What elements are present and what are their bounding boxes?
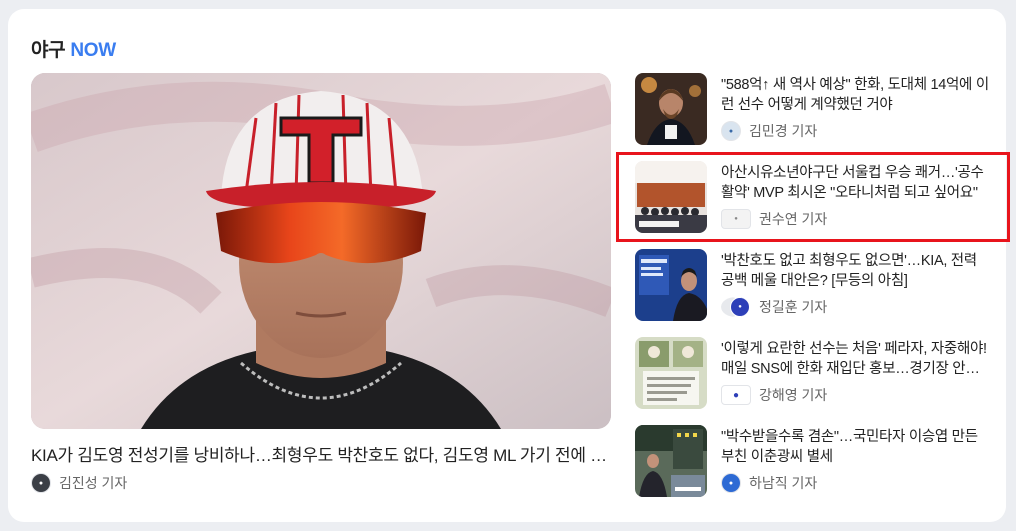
side-article-thumbnail[interactable]	[635, 249, 707, 321]
side-article-byline[interactable]: ● 하남직 기자	[721, 473, 817, 493]
main-article-byline[interactable]: ● 김진성 기자	[31, 473, 127, 493]
reporter-name: 김진성 기자	[59, 475, 128, 491]
reporter-avatar: ●	[721, 297, 751, 317]
main-article-headline[interactable]: KIA가 김도영 전성기를 낭비하나…최형우도 박찬호도 없다, 김도영 ML …	[31, 441, 611, 466]
reporter-avatar: ●	[721, 121, 741, 141]
side-article-thumbnail[interactable]	[635, 337, 707, 409]
main-article-image[interactable]	[31, 73, 611, 429]
side-article-thumbnail[interactable]	[635, 73, 707, 145]
side-article-1[interactable]: "588억↑ 새 역사 예상" 한화, 도대체 14억에 이런 선수 어떻게 계…	[635, 73, 995, 145]
side-article-thumbnail[interactable]	[635, 425, 707, 497]
broadcast-anchor-image	[635, 249, 707, 321]
reporter-name: 하남직 기자	[749, 475, 818, 491]
side-article-byline[interactable]: ● 강해영 기자	[721, 385, 827, 405]
sns-post-image	[635, 337, 707, 409]
broadcaster-logo-icon: ●	[730, 297, 750, 317]
section-title-main: 야구	[31, 40, 66, 61]
side-article-title[interactable]: "588억↑ 새 역사 예상" 한화, 도대체 14억에 이런 선수 어떻게 계…	[721, 75, 991, 115]
reporter-name: 정길훈 기자	[759, 299, 828, 315]
reporter-name: 김민경 기자	[749, 123, 818, 139]
side-article-4[interactable]: '이렇게 요란한 선수는 처음' 페라자, 자중해야! 매일 SNS에 한화 재…	[635, 337, 995, 409]
side-article-byline[interactable]: ● 정길훈 기자	[721, 297, 827, 317]
section-title: 야구 NOW	[31, 35, 116, 62]
highlight-box	[616, 152, 1010, 242]
ballpark-scoreboard-image	[635, 425, 707, 497]
side-article-3[interactable]: '박찬호도 없고 최형우도 없으면'…KIA, 전력 공백 메울 대안은? [무…	[635, 249, 995, 321]
reporter-avatar: ●	[31, 473, 51, 493]
baseball-player-photo	[31, 73, 611, 429]
side-article-byline[interactable]: ● 김민경 기자	[721, 121, 817, 141]
reporter-avatar: ●	[721, 473, 741, 493]
reporter-avatar: ●	[721, 385, 751, 405]
section-title-accent: NOW	[70, 40, 116, 61]
side-article-5[interactable]: "박수받을수록 겸손"…국민타자 이승엽 만든 부친 이춘광씨 별세 ● 하남직…	[635, 425, 995, 497]
side-article-title[interactable]: "박수받을수록 겸손"…국민타자 이승엽 만든 부친 이춘광씨 별세	[721, 427, 991, 467]
player-on-stage-image	[635, 73, 707, 145]
side-article-title[interactable]: '박찬호도 없고 최형우도 없으면'…KIA, 전력 공백 메울 대안은? [무…	[721, 251, 991, 291]
reporter-name: 강해영 기자	[759, 387, 828, 403]
side-article-title[interactable]: '이렇게 요란한 선수는 처음' 페라자, 자중해야! 매일 SNS에 한화 재…	[721, 339, 991, 379]
baseball-now-card: 야구 NOW KIA가 김도영 전성기를 낭비하나…최형우도 박찬호도 없다, …	[8, 9, 1006, 522]
